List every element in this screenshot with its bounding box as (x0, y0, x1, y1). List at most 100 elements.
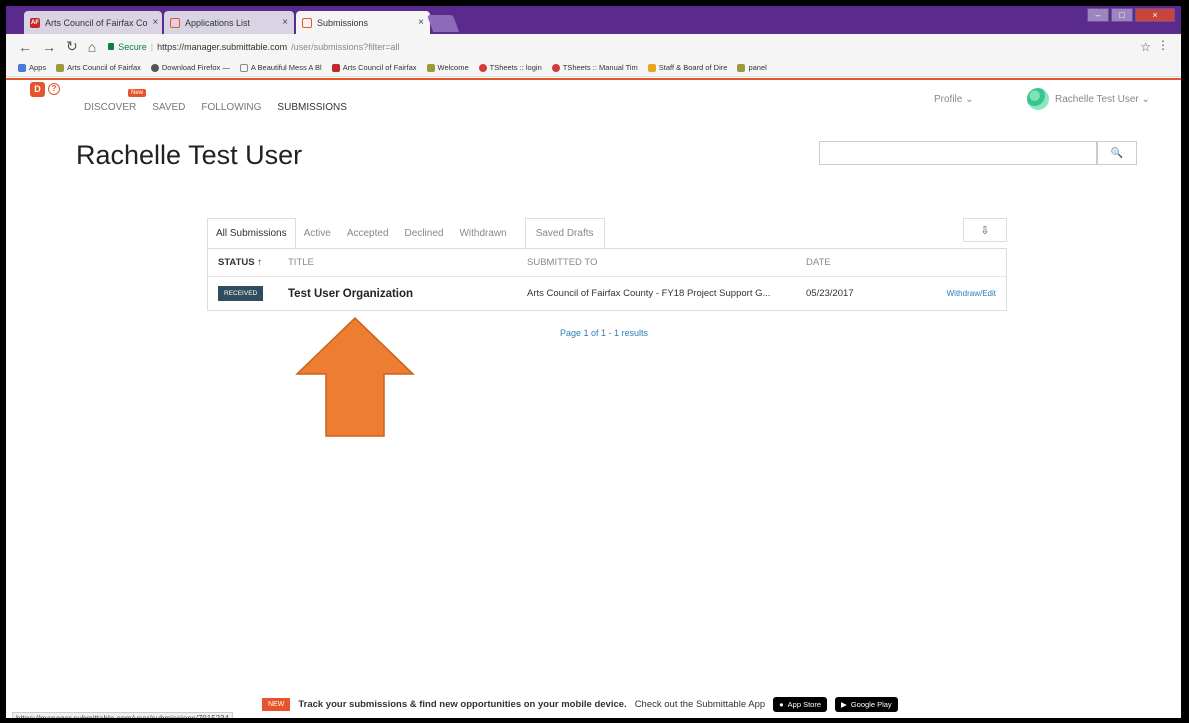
bookmark-item[interactable]: panel (737, 63, 767, 72)
close-icon[interactable]: × (282, 17, 288, 28)
minimize-icon[interactable]: – (1087, 8, 1109, 22)
apps-grid-icon (18, 63, 26, 72)
bookmark-star-icon[interactable]: ☆ (1140, 40, 1151, 54)
date-cell: 05/23/2017 (806, 288, 854, 299)
bookmark-item[interactable]: Arts Council of Fairfax (331, 63, 417, 72)
edit-link[interactable]: Edit (982, 289, 996, 298)
bookmark-label: Arts Council of Fairfax (67, 63, 141, 72)
bookmark-item[interactable]: TSheets :: login (478, 63, 542, 72)
bookmark-apps[interactable]: Apps (18, 63, 46, 72)
bookmark-item[interactable]: TSheets :: Manual Tim (551, 63, 638, 72)
puzzle-icon (647, 63, 656, 72)
arts-council-icon (331, 63, 340, 72)
bookmark-item[interactable]: Welcome (426, 63, 469, 72)
bookmark-icon (56, 63, 65, 72)
footer-cta: Check out the Submittable App (634, 699, 766, 710)
submittable-icon (170, 17, 180, 28)
header-accent-line (6, 78, 1181, 80)
search-button[interactable]: 🔍 (1097, 141, 1137, 165)
google-play-label: Google Play (850, 700, 892, 709)
browser-tab-label: Submissions (317, 17, 369, 28)
submission-filter-tabs: All Submissions Active Accepted Declined… (207, 218, 605, 248)
back-icon[interactable]: ← (18, 39, 32, 55)
footer-new-badge: NEW (262, 698, 291, 711)
bookmark-label: TSheets :: Manual Tim (562, 63, 638, 72)
home-icon[interactable]: ⌂ (88, 39, 96, 55)
browser-tab-submissions[interactable]: Submissions × (296, 11, 430, 34)
browser-status-url: https://manager.submittable.com/user/sub… (12, 712, 234, 718)
bookmark-label: Arts Council of Fairfax (342, 63, 417, 72)
col-status[interactable]: STATUS ↑ (208, 257, 288, 268)
bookmark-item[interactable]: A Beautiful Mess A Bl (239, 63, 322, 72)
close-icon[interactable]: × (153, 17, 159, 28)
address-bar: ← → ↻ ⌂ Secure | https://manager.submitt… (6, 34, 1181, 59)
submittable-logo-icon[interactable]: D (30, 82, 45, 97)
window-controls: – □ × (1087, 8, 1175, 22)
window-close-icon[interactable]: × (1135, 8, 1175, 22)
reload-icon[interactable]: ↻ (66, 38, 78, 55)
browser-tab-strip: AF Arts Council of Fairfax Co × Applicat… (6, 6, 1181, 34)
tab-all-submissions[interactable]: All Submissions (207, 218, 296, 248)
col-title[interactable]: TITLE (288, 257, 527, 268)
tsheets-icon (478, 63, 487, 72)
bookmark-label: Apps (29, 63, 47, 72)
bookmark-label: TSheets :: login (489, 63, 542, 72)
nav-following[interactable]: FOLLOWING (201, 102, 261, 113)
tsheets-icon (551, 63, 560, 72)
table-row: RECEIVED Test User Organization Arts Cou… (208, 277, 1006, 310)
search-icon: 🔍 (1110, 147, 1124, 159)
submission-title-link[interactable]: Test User Organization (288, 288, 527, 300)
col-submitted-to[interactable]: SUBMITTED TO (527, 257, 806, 268)
tab-saved-drafts[interactable]: Saved Drafts (524, 218, 605, 248)
bookmark-item[interactable]: Download Firefox — (150, 63, 230, 72)
bookmark-icon (426, 63, 435, 72)
bookmark-label: Staff & Board of Dire (658, 63, 728, 72)
status-badge: RECEIVED (218, 286, 264, 301)
table-header: STATUS ↑ TITLE SUBMITTED TO DATE (208, 249, 1006, 277)
user-menu[interactable]: Rachelle Test User ⌄ (1027, 88, 1150, 110)
help-icon[interactable]: ? (48, 83, 60, 95)
forward-icon[interactable]: → (42, 39, 56, 55)
browser-tab-arts-council[interactable]: AF Arts Council of Fairfax Co × (24, 11, 162, 34)
search-input[interactable] (819, 141, 1097, 165)
lock-icon (108, 43, 115, 50)
submittable-icon (302, 17, 312, 28)
main-nav: DISCOVER SAVED FOLLOWING SUBMISSIONS (84, 102, 347, 113)
page-title: Rachelle Test User (76, 140, 303, 170)
tab-active[interactable]: Active (296, 218, 339, 248)
download-icon: ⇩ (980, 224, 990, 237)
url-field[interactable]: Secure | https://manager.submittable.com… (108, 42, 399, 52)
url-path: /user/submissions?filter=all (291, 41, 400, 52)
mobile-app-banner: NEW Track your submissions & find new op… (262, 697, 898, 712)
page-icon (239, 63, 248, 72)
nav-discover[interactable]: DISCOVER (84, 102, 136, 113)
arts-council-icon: AF (30, 17, 40, 28)
google-play-button[interactable]: ▶ Google Play (835, 697, 898, 712)
profile-menu[interactable]: Profile ⌄ (934, 94, 974, 105)
new-badge: New (128, 89, 147, 97)
bookmark-icon (737, 63, 746, 72)
browser-tab-applications[interactable]: Applications List × (164, 11, 294, 34)
tab-declined[interactable]: Declined (397, 218, 452, 248)
download-button[interactable]: ⇩ (963, 218, 1007, 242)
bookmark-item[interactable]: Arts Council of Fairfax (56, 63, 141, 72)
col-date[interactable]: DATE (806, 257, 926, 268)
tab-withdrawn[interactable]: Withdrawn (451, 218, 514, 248)
submissions-table: STATUS ↑ TITLE SUBMITTED TO DATE RECEIVE… (207, 248, 1007, 311)
nav-saved[interactable]: SAVED (152, 102, 185, 113)
new-tab-button[interactable] (426, 15, 460, 32)
app-store-button[interactable]: ● App Store (773, 697, 828, 712)
browser-tab-label: Arts Council of Fairfax Co (45, 17, 148, 28)
play-icon: ▶ (841, 700, 847, 709)
tab-accepted[interactable]: Accepted (339, 218, 397, 248)
nav-submissions[interactable]: SUBMISSIONS (277, 102, 346, 113)
maximize-icon[interactable]: □ (1111, 8, 1133, 22)
firefox-icon (150, 63, 159, 72)
withdraw-link[interactable]: Withdraw (947, 289, 980, 298)
screenshot-frame: AF Arts Council of Fairfax Co × Applicat… (0, 0, 1189, 723)
status-cell: RECEIVED (208, 286, 288, 301)
avatar (1027, 88, 1049, 110)
bookmark-item[interactable]: Staff & Board of Dire (647, 63, 728, 72)
close-icon[interactable]: × (418, 17, 424, 28)
browser-menu-icon[interactable]: ⋮ (1157, 38, 1169, 52)
